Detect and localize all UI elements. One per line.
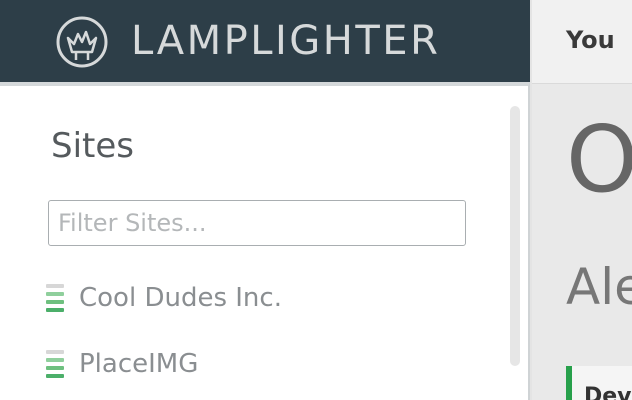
sidebar-title: Sites [51, 126, 134, 166]
brand-name[interactable]: LAMPLIGHTER [131, 18, 440, 64]
tab-label: Dev [584, 384, 632, 400]
brand-header: LAMPLIGHTER [0, 0, 530, 82]
sidebar-scrollbar[interactable] [510, 106, 520, 366]
tab-dev[interactable]: Dev [566, 366, 632, 400]
lamp-flame-icon[interactable] [54, 14, 110, 70]
page-subheading: Ale [566, 258, 632, 316]
battery-level-icon [46, 350, 64, 378]
filter-sites-input[interactable] [48, 200, 466, 246]
top-nav: You [532, 0, 632, 84]
site-item-cool-dudes[interactable]: Cool Dudes Inc. [46, 278, 282, 318]
site-item-placeimg[interactable]: PlaceIMG [46, 344, 198, 384]
main-panel: You O Ale Dev [532, 0, 632, 400]
site-label: PlaceIMG [79, 349, 199, 379]
page-heading: O [566, 106, 632, 213]
battery-level-icon [46, 284, 64, 312]
nav-link-you[interactable]: You [566, 26, 615, 54]
site-label: Cool Dudes Inc. [79, 283, 282, 313]
sites-sidebar: Sites Cool Dudes Inc. PlaceIMG [0, 82, 530, 400]
